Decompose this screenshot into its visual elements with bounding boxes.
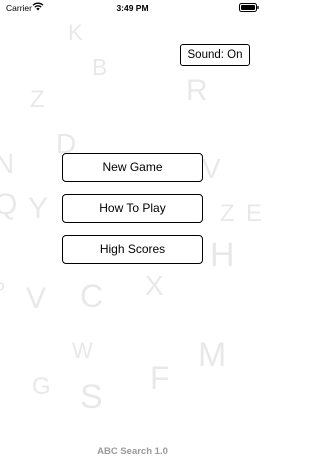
how-to-play-button[interactable]: How To Play xyxy=(62,194,203,223)
bg-letter: K xyxy=(68,20,83,45)
bg-letter: Y xyxy=(28,192,49,225)
bg-letter: N xyxy=(0,148,15,179)
app-version-label: ABC Search 1.0 xyxy=(97,446,168,457)
bg-letter: V xyxy=(202,153,221,184)
bg-letter: Z xyxy=(30,86,45,113)
status-time: 3:49 PM xyxy=(116,3,149,13)
bg-letter: S xyxy=(80,378,103,416)
bg-letter: Z xyxy=(220,200,235,227)
bg-letter: H xyxy=(210,236,235,274)
bg-letter: X xyxy=(145,270,164,301)
bg-letter: F xyxy=(150,360,170,396)
new-game-button[interactable]: New Game xyxy=(62,153,203,182)
high-scores-button[interactable]: High Scores xyxy=(62,235,203,264)
bg-letter: E xyxy=(246,200,263,227)
bg-letter: B xyxy=(92,54,108,80)
sound-toggle-button[interactable]: Sound: On xyxy=(180,44,250,66)
bg-letter: W xyxy=(72,338,93,363)
status-bar: Carrier 3:49 PM xyxy=(0,0,265,16)
bg-letter: P xyxy=(0,280,5,300)
bg-letter: V xyxy=(26,282,47,315)
bg-letter: Q xyxy=(0,188,18,221)
bg-letter: C xyxy=(80,278,104,314)
bg-letter: M xyxy=(198,336,227,374)
bg-letter: R xyxy=(186,74,208,107)
bg-letter: G xyxy=(32,373,51,400)
battery-icon xyxy=(239,3,259,12)
